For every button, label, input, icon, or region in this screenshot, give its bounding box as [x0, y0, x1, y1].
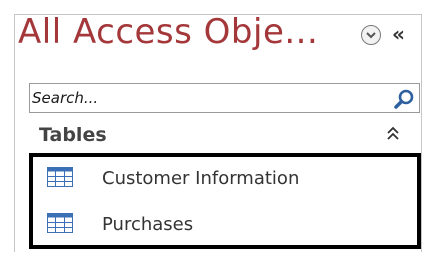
list-item-label: Purchases: [102, 214, 194, 235]
table-icon: [47, 213, 73, 237]
chevron-down-circle-icon[interactable]: [361, 25, 381, 45]
list-item[interactable]: Customer Information: [41, 159, 413, 197]
list-item[interactable]: Purchases: [41, 205, 413, 243]
search-input[interactable]: [31, 85, 387, 111]
magnifier-icon[interactable]: [394, 88, 416, 114]
navigation-pane-header: All Access Obje... «: [14, 6, 406, 68]
tables-list-highlight: Customer Information Purchases: [29, 153, 421, 249]
tables-group-header[interactable]: Tables: [29, 120, 420, 152]
double-chevron-up-icon[interactable]: [386, 126, 400, 146]
table-icon: [47, 167, 73, 191]
group-title: Tables: [39, 124, 107, 146]
list-item-label: Customer Information: [102, 168, 300, 189]
navigation-pane-title[interactable]: All Access Obje...: [18, 12, 318, 52]
double-chevron-left-icon[interactable]: «: [392, 22, 405, 46]
search-box[interactable]: [29, 83, 420, 113]
